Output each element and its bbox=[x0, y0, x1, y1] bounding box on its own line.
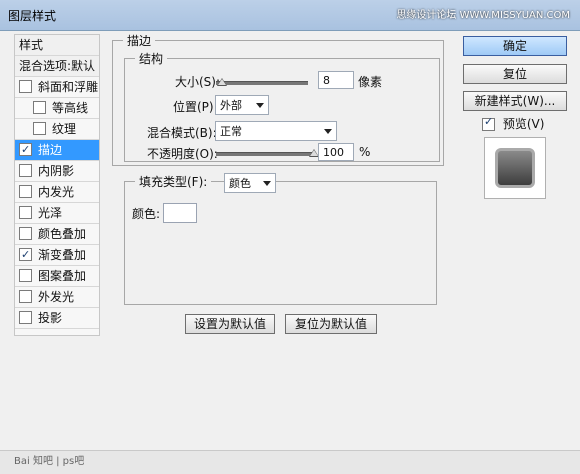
checkbox-icon[interactable] bbox=[19, 140, 32, 160]
checkbox-icon[interactable] bbox=[33, 122, 46, 135]
checkbox-icon[interactable] bbox=[19, 206, 32, 219]
sidebar-item[interactable]: 样式 bbox=[15, 35, 99, 56]
sidebar-item-label: 混合选项:默认 bbox=[19, 59, 96, 73]
watermark-text: 思缘设计论坛 WWW.MISSYUAN.COM bbox=[396, 10, 570, 21]
opacity-unit: % bbox=[359, 145, 371, 159]
checkbox-icon: ✓ bbox=[482, 115, 495, 131]
sidebar-item[interactable]: 光泽 bbox=[15, 203, 99, 224]
fill-group: 填充类型(F): bbox=[124, 173, 437, 305]
fill-type-label: 填充类型(F): bbox=[135, 173, 212, 190]
sidebar-item[interactable]: 内阴影 bbox=[15, 161, 99, 182]
sidebar-item-label: 等高线 bbox=[52, 101, 89, 115]
checkbox-icon[interactable] bbox=[19, 227, 32, 240]
sidebar-item-label: 投影 bbox=[38, 311, 63, 325]
sidebar-item-label: 内发光 bbox=[38, 185, 75, 199]
size-unit: 像素 bbox=[358, 75, 383, 89]
checkbox-icon[interactable] bbox=[19, 245, 32, 265]
sidebar-item[interactable]: 投影 bbox=[15, 308, 99, 329]
chevron-down-icon bbox=[324, 129, 332, 134]
position-select[interactable]: 外部 bbox=[215, 95, 269, 115]
sidebar-item-label: 描边 bbox=[38, 143, 63, 157]
sidebar-item[interactable]: 等高线 bbox=[15, 98, 99, 119]
fill-type-value: 颜色 bbox=[229, 177, 251, 190]
preview-label: 预览(V) bbox=[502, 117, 545, 131]
window-title: 图层样式 bbox=[8, 9, 57, 23]
sidebar-item[interactable]: 混合选项:默认 bbox=[15, 56, 99, 77]
sidebar-item[interactable]: 纹理 bbox=[15, 119, 99, 140]
checkbox-icon[interactable] bbox=[19, 80, 32, 93]
opacity-input[interactable]: 100 bbox=[318, 143, 354, 161]
watermark-bottom: Bai 知吧 | ps吧 bbox=[14, 456, 85, 467]
sidebar-item-label: 样式 bbox=[19, 38, 44, 52]
blend-mode-value: 正常 bbox=[220, 125, 242, 138]
checkbox-icon[interactable] bbox=[19, 269, 32, 282]
sidebar-item-label: 光泽 bbox=[38, 206, 63, 220]
status-bar bbox=[0, 450, 580, 474]
set-default-button[interactable]: 设置为默认值 bbox=[185, 314, 275, 334]
checkbox-icon[interactable] bbox=[19, 164, 32, 177]
color-label: 颜色: bbox=[132, 207, 161, 221]
sidebar-item-label: 渐变叠加 bbox=[38, 248, 87, 262]
sidebar-item-label: 纹理 bbox=[52, 122, 77, 136]
fill-type-select[interactable]: 颜色 bbox=[224, 173, 276, 193]
sidebar-item-label: 图案叠加 bbox=[38, 269, 87, 283]
sidebar-item[interactable]: 斜面和浮雕 bbox=[15, 77, 99, 98]
sidebar-item[interactable]: 内发光 bbox=[15, 182, 99, 203]
chevron-down-icon bbox=[256, 103, 264, 108]
checkbox-icon[interactable] bbox=[19, 311, 32, 324]
opacity-label: 不透明度(O): bbox=[147, 147, 218, 161]
sidebar-item[interactable]: 外发光 bbox=[15, 287, 99, 308]
sidebar-item-label: 外发光 bbox=[38, 290, 75, 304]
preview-checkbox[interactable]: ✓ 预览(V) bbox=[482, 115, 544, 132]
color-swatch[interactable] bbox=[163, 203, 197, 223]
blend-mode-label: 混合模式(B): bbox=[147, 126, 217, 140]
preview-swatch bbox=[495, 148, 535, 188]
sidebar-item-label: 内阴影 bbox=[38, 164, 75, 178]
position-value: 外部 bbox=[220, 99, 242, 112]
size-input[interactable]: 8 bbox=[318, 71, 354, 89]
structure-title: 结构 bbox=[135, 50, 168, 67]
stroke-section-title: 描边 bbox=[123, 32, 156, 49]
new-style-button[interactable]: 新建样式(W)... bbox=[463, 91, 567, 111]
size-label: 大小(S): bbox=[175, 75, 221, 89]
checkbox-icon[interactable] bbox=[19, 185, 32, 198]
checkbox-icon[interactable] bbox=[19, 290, 32, 303]
sidebar-item[interactable]: 颜色叠加 bbox=[15, 224, 99, 245]
checkbox-icon[interactable] bbox=[33, 101, 46, 114]
sidebar-item-label: 颜色叠加 bbox=[38, 227, 87, 241]
chevron-down-icon bbox=[263, 181, 271, 186]
opacity-slider-track[interactable] bbox=[216, 152, 314, 156]
size-slider-thumb[interactable] bbox=[216, 78, 227, 86]
title-bar: 图层样式 思缘设计论坛 WWW.MISSYUAN.COM bbox=[0, 0, 580, 31]
sidebar-item[interactable]: 描边 bbox=[15, 140, 99, 161]
sidebar-item[interactable]: 渐变叠加 bbox=[15, 245, 99, 266]
blend-mode-select[interactable]: 正常 bbox=[215, 121, 337, 141]
size-slider-track[interactable] bbox=[216, 81, 308, 85]
reset-default-button[interactable]: 复位为默认值 bbox=[285, 314, 377, 334]
ok-button[interactable]: 确定 bbox=[463, 36, 567, 56]
reset-button[interactable]: 复位 bbox=[463, 64, 567, 84]
sidebar-item[interactable]: 图案叠加 bbox=[15, 266, 99, 287]
position-label: 位置(P): bbox=[173, 100, 218, 114]
sidebar-item-label: 斜面和浮雕 bbox=[38, 80, 99, 94]
style-preview bbox=[484, 137, 546, 199]
style-list: 样式混合选项:默认斜面和浮雕等高线纹理描边内阴影内发光光泽颜色叠加渐变叠加图案叠… bbox=[14, 34, 100, 336]
